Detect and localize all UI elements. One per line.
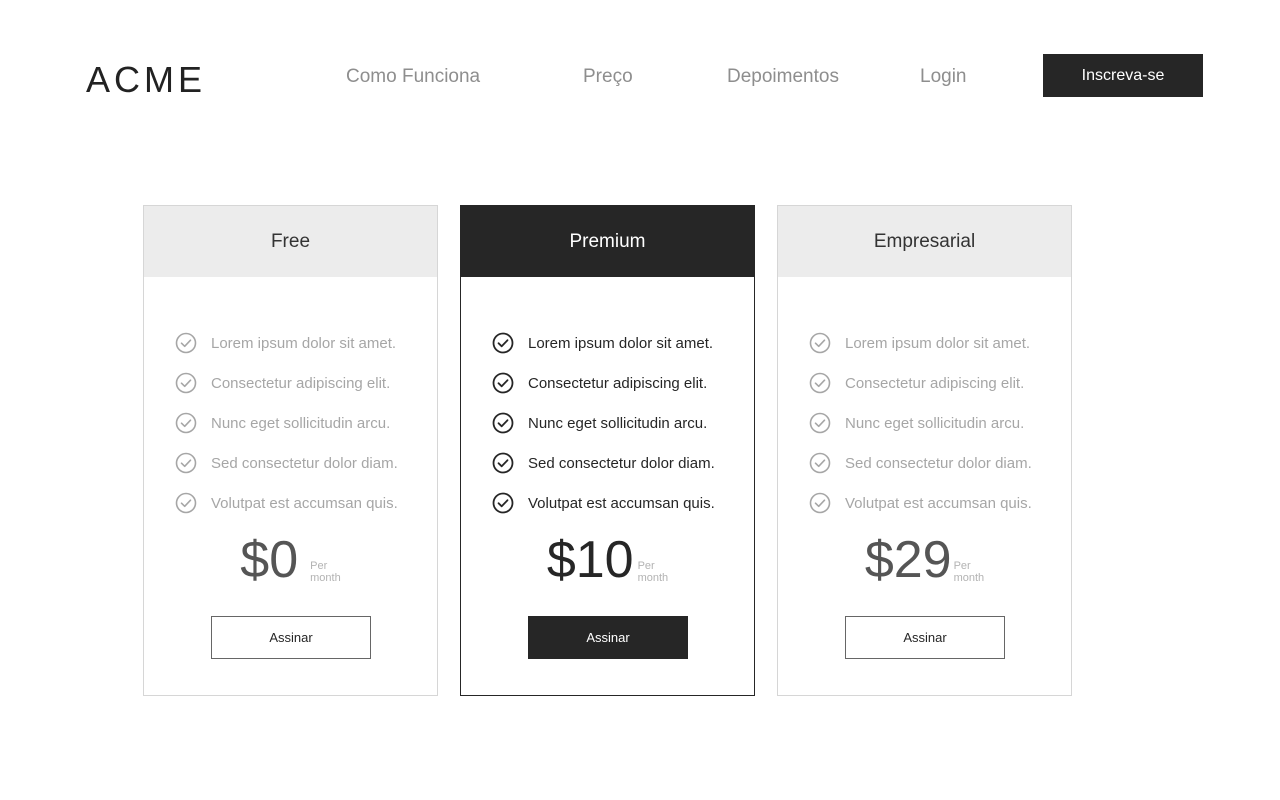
feature-text: Nunc eget sollicitudin arcu. xyxy=(845,414,1025,432)
price-row: $29 Per month xyxy=(778,532,1071,588)
feature-text: Lorem ipsum dolor sit amet. xyxy=(211,334,397,352)
check-circle-icon xyxy=(175,332,197,354)
feature-item: Sed consectetur dolor diam. xyxy=(175,443,398,483)
feature-text: Nunc eget sollicitudin arcu. xyxy=(211,414,391,432)
feature-text: Sed consectetur dolor diam. xyxy=(845,454,1032,472)
plan-card-free: Free Lorem ipsum dolor sit amet. Consect… xyxy=(143,205,438,696)
price-row: $0 Per month xyxy=(144,532,437,588)
subscribe-button-premium[interactable]: Assinar xyxy=(528,616,688,659)
check-circle-icon xyxy=(492,372,514,394)
price-period-unit: month xyxy=(637,572,669,584)
feature-text: Sed consectetur dolor diam. xyxy=(528,454,715,472)
feature-item: Lorem ipsum dolor sit amet. xyxy=(492,323,715,363)
plan-title: Free xyxy=(144,206,437,277)
check-circle-icon xyxy=(175,452,197,474)
price-amount: $10 xyxy=(546,531,634,589)
feature-item: Nunc eget sollicitudin arcu. xyxy=(809,403,1032,443)
nav-link-como-funciona[interactable]: Como Funciona xyxy=(346,64,480,90)
plan-card-premium: Premium Lorem ipsum dolor sit amet. Cons… xyxy=(460,205,755,696)
nav-link-depoimentos[interactable]: Depoimentos xyxy=(727,64,839,90)
check-circle-icon xyxy=(492,332,514,354)
check-circle-icon xyxy=(809,452,831,474)
feature-text: Sed consectetur dolor diam. xyxy=(211,454,398,472)
feature-item: Volutpat est accumsan quis. xyxy=(492,483,715,523)
check-circle-icon xyxy=(175,492,197,514)
price-period: Per month xyxy=(310,560,341,584)
feature-text: Consectetur adipiscing elit. xyxy=(211,374,391,392)
price-period: Per month xyxy=(954,560,985,584)
check-circle-icon xyxy=(809,412,831,434)
feature-list: Lorem ipsum dolor sit amet. Consectetur … xyxy=(809,323,1032,523)
price-period: Per month xyxy=(638,560,669,584)
check-circle-icon xyxy=(492,492,514,514)
check-circle-icon xyxy=(809,332,831,354)
plan-card-empresarial: Empresarial Lorem ipsum dolor sit amet. … xyxy=(777,205,1072,696)
feature-item: Nunc eget sollicitudin arcu. xyxy=(175,403,398,443)
plan-title: Premium xyxy=(461,206,754,277)
price-period-unit: month xyxy=(953,572,985,584)
feature-item: Lorem ipsum dolor sit amet. xyxy=(809,323,1032,363)
feature-item: Consectetur adipiscing elit. xyxy=(175,363,398,403)
check-circle-icon xyxy=(809,492,831,514)
check-circle-icon xyxy=(175,412,197,434)
check-circle-icon xyxy=(809,372,831,394)
check-circle-icon xyxy=(175,372,197,394)
feature-item: Volutpat est accumsan quis. xyxy=(175,483,398,523)
price-period-per: Per xyxy=(953,560,971,572)
feature-item: Sed consectetur dolor diam. xyxy=(809,443,1032,483)
feature-text: Lorem ipsum dolor sit amet. xyxy=(528,334,714,352)
price-period-per: Per xyxy=(310,560,328,572)
feature-item: Nunc eget sollicitudin arcu. xyxy=(492,403,715,443)
price-period-per: Per xyxy=(637,560,655,572)
feature-list: Lorem ipsum dolor sit amet. Consectetur … xyxy=(492,323,715,523)
feature-text: Nunc eget sollicitudin arcu. xyxy=(528,414,708,432)
logo[interactable]: ACME xyxy=(86,60,206,100)
subscribe-button-free[interactable]: Assinar xyxy=(211,616,371,659)
feature-text: Consectetur adipiscing elit. xyxy=(528,374,708,392)
subscribe-button-empresarial[interactable]: Assinar xyxy=(845,616,1005,659)
feature-list: Lorem ipsum dolor sit amet. Consectetur … xyxy=(175,323,398,523)
feature-item: Consectetur adipiscing elit. xyxy=(492,363,715,403)
check-circle-icon xyxy=(492,452,514,474)
feature-item: Consectetur adipiscing elit. xyxy=(809,363,1032,403)
price-amount: $0 xyxy=(240,531,299,589)
feature-text: Volutpat est accumsan quis. xyxy=(528,494,715,512)
signup-button[interactable]: Inscreva-se xyxy=(1043,54,1203,97)
feature-item: Volutpat est accumsan quis. xyxy=(809,483,1032,523)
price-row: $10 Per month xyxy=(461,532,754,588)
feature-text: Volutpat est accumsan quis. xyxy=(211,494,398,512)
price-period-unit: month xyxy=(310,572,341,584)
feature-item: Lorem ipsum dolor sit amet. xyxy=(175,323,398,363)
feature-text: Volutpat est accumsan quis. xyxy=(845,494,1032,512)
nav-link-preco[interactable]: Preço xyxy=(583,64,633,90)
feature-item: Sed consectetur dolor diam. xyxy=(492,443,715,483)
feature-text: Lorem ipsum dolor sit amet. xyxy=(845,334,1031,352)
check-circle-icon xyxy=(492,412,514,434)
plan-title: Empresarial xyxy=(778,206,1071,277)
price-amount: $29 xyxy=(864,531,952,589)
nav-link-login[interactable]: Login xyxy=(920,64,967,90)
feature-text: Consectetur adipiscing elit. xyxy=(845,374,1025,392)
